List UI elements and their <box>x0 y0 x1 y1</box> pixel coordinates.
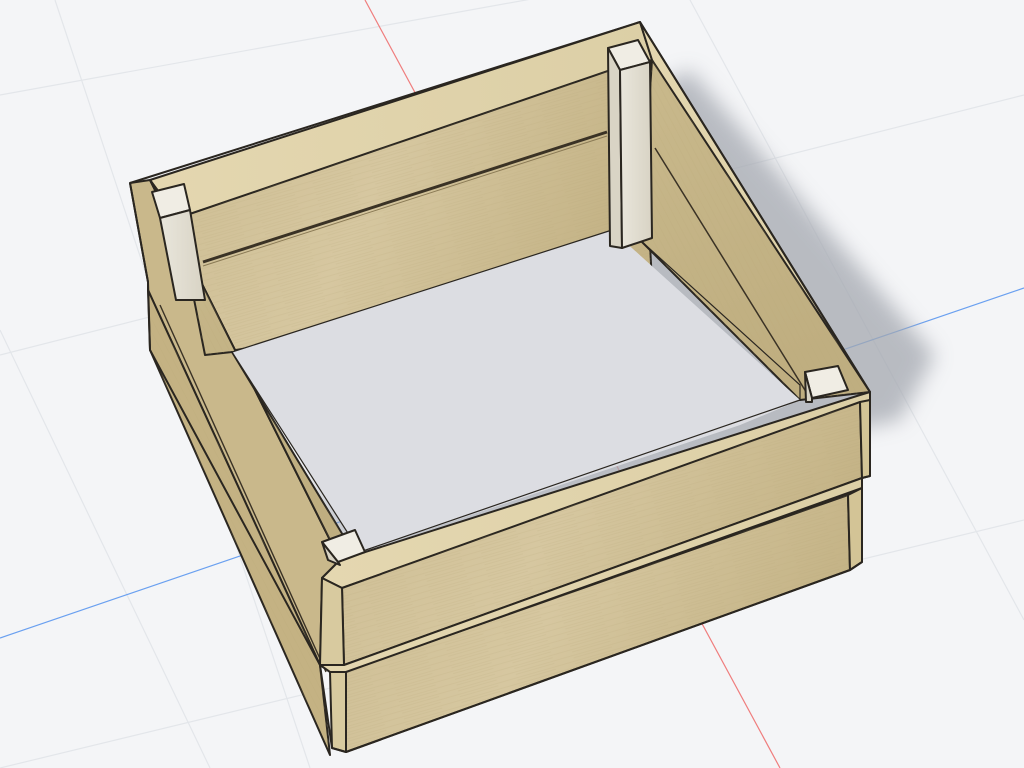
wooden-box-model[interactable] <box>129 21 871 756</box>
front-panel-lower-end[interactable] <box>329 671 347 753</box>
viewport-canvas[interactable] <box>0 0 1024 768</box>
corner-post-back-right[interactable] <box>607 39 653 249</box>
front-panel-upper-end[interactable] <box>319 577 345 666</box>
3d-viewport[interactable] <box>0 0 1024 768</box>
